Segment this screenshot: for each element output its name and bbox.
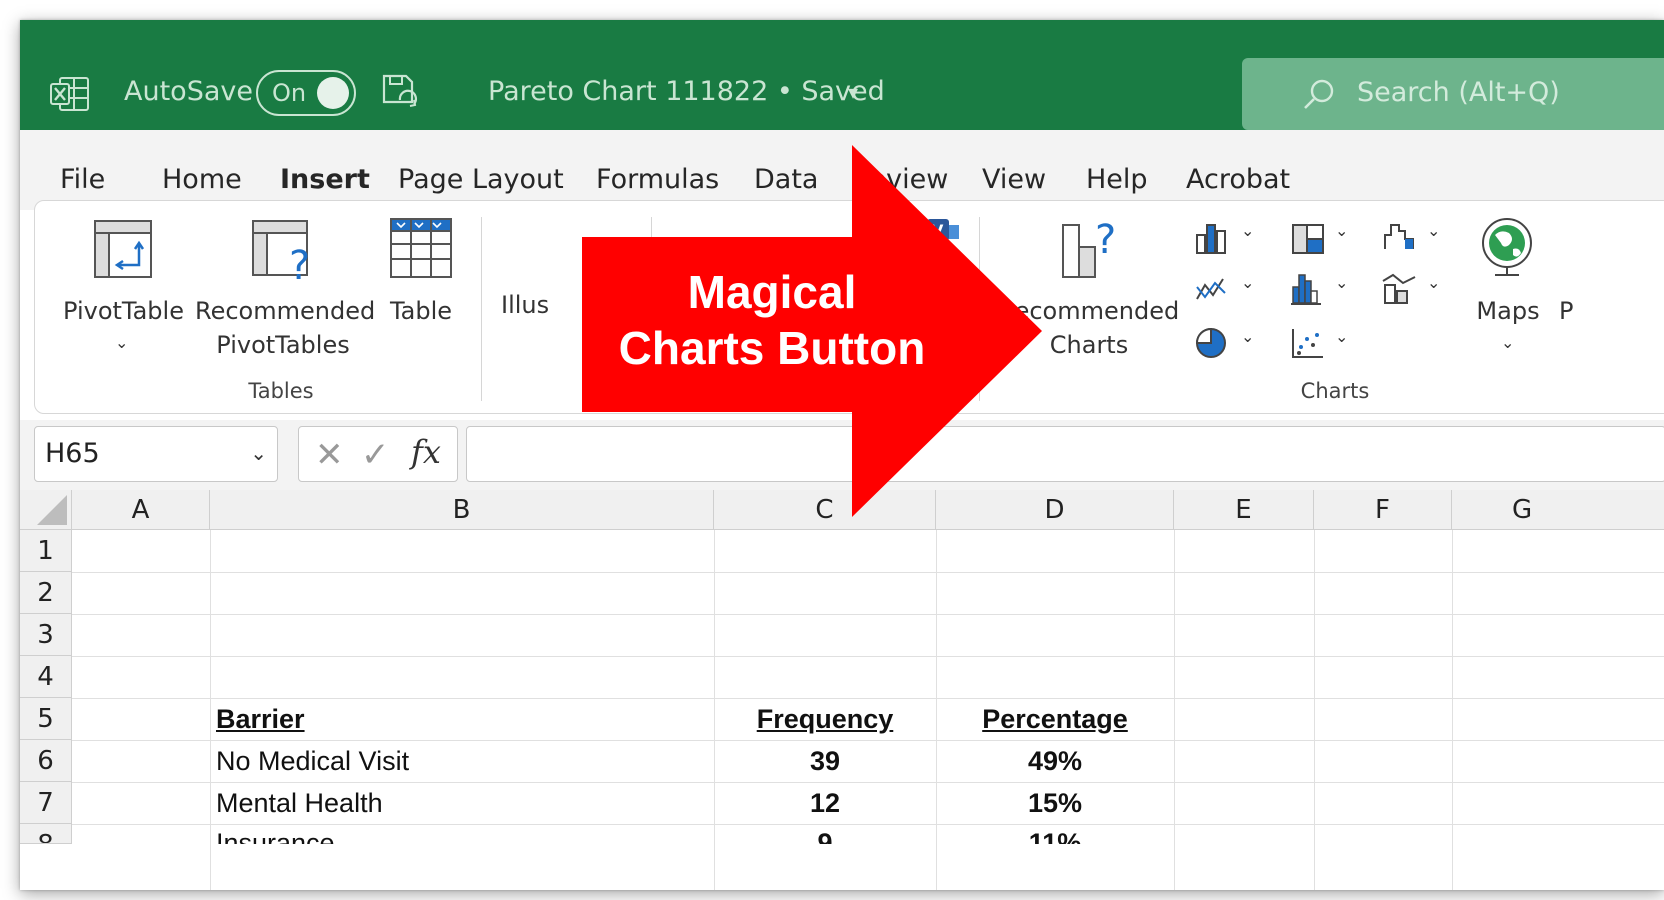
svg-text:?: ?: [289, 243, 310, 287]
column-header-a[interactable]: A: [72, 490, 210, 530]
tab-file[interactable]: File: [60, 164, 105, 195]
tables-group-label: Tables: [248, 379, 314, 403]
ribbon-separator: [481, 217, 482, 401]
cell-frequency[interactable]: 39: [714, 746, 936, 777]
insert-function-button[interactable]: fx: [411, 433, 441, 471]
autosave-toggle[interactable]: On: [256, 70, 356, 116]
gridline: [72, 782, 1664, 783]
charts-group-label: Charts: [1300, 379, 1370, 403]
column-header-g[interactable]: G: [1452, 490, 1664, 530]
pie-chart-icon[interactable]: [1193, 325, 1233, 361]
callout-line-1: Magical: [687, 266, 857, 318]
row-header-3[interactable]: 3: [20, 614, 72, 656]
recommended-charts-icon: ?: [1062, 217, 1116, 278]
tab-acrobat[interactable]: Acrobat: [1186, 164, 1290, 195]
name-box[interactable]: H65 ⌄: [34, 426, 278, 482]
callout-text: Magical Charts Button: [582, 264, 962, 376]
gridline: [72, 698, 1664, 699]
cell-barrier[interactable]: No Medical Visit: [216, 746, 409, 777]
chevron-down-icon[interactable]: ⌄: [1427, 221, 1440, 240]
formula-buttons: ✕ ✓ fx: [298, 426, 458, 482]
chevron-down-icon[interactable]: ▾: [848, 80, 858, 104]
row-header-5[interactable]: 5: [20, 698, 72, 740]
combo-chart-icon[interactable]: [1381, 271, 1421, 307]
document-title[interactable]: Pareto Chart 111822 • Saved: [488, 76, 885, 107]
chevron-down-icon[interactable]: ⌄: [1427, 273, 1440, 292]
spreadsheet-grid: A B C D E F G 1 2 3 4 5 6 7 8 Barrier Fr…: [20, 490, 1664, 890]
cell-frequency[interactable]: 9: [714, 828, 936, 844]
svg-text:?: ?: [1095, 217, 1116, 263]
line-chart-icon[interactable]: [1193, 273, 1233, 309]
toggle-knob: [317, 77, 349, 109]
cell-barrier[interactable]: Insurance: [216, 828, 335, 844]
name-box-value: H65: [45, 438, 100, 469]
chevron-down-icon[interactable]: ⌄: [1241, 221, 1254, 240]
cell-frequency[interactable]: 12: [714, 788, 936, 819]
title-bar: AutoSave On Pareto Chart 111822 • Saved …: [20, 20, 1664, 130]
chevron-down-icon[interactable]: ⌄: [1241, 273, 1254, 292]
header-barrier[interactable]: Barrier: [216, 704, 305, 735]
toggle-state-label: On: [272, 79, 307, 107]
waterfall-chart-icon[interactable]: [1381, 219, 1421, 255]
hierarchy-chart-icon[interactable]: [1289, 221, 1329, 257]
gridline: [72, 614, 1664, 615]
chevron-down-icon[interactable]: ⌄: [1335, 273, 1348, 292]
recommended-pivottables-label-1: Recommended: [195, 297, 376, 325]
row-header-8[interactable]: 8: [20, 824, 72, 844]
search-box[interactable]: Search (Alt+Q): [1242, 58, 1664, 130]
tab-page-layout[interactable]: Page Layout: [398, 164, 564, 195]
row-8-clip: Insurance 9 11%: [72, 824, 1664, 844]
table-icon: [390, 218, 452, 278]
cell-barrier[interactable]: Mental Health: [216, 788, 383, 819]
cut-off-label[interactable]: P: [1559, 297, 1573, 325]
tab-insert[interactable]: Insert: [280, 164, 370, 195]
excel-logo-icon[interactable]: [50, 76, 90, 112]
cell-percentage[interactable]: 11%: [936, 828, 1174, 844]
excel-window: AutoSave On Pareto Chart 111822 • Saved …: [20, 20, 1664, 890]
gridline: [72, 656, 1664, 657]
gridline: [72, 740, 1664, 741]
autosave-label: AutoSave: [124, 76, 253, 107]
select-all-button[interactable]: [20, 490, 72, 530]
row-header-2[interactable]: 2: [20, 572, 72, 614]
header-percentage[interactable]: Percentage: [936, 704, 1174, 735]
cancel-icon[interactable]: ✕: [315, 435, 344, 475]
pivottable-icon: [94, 220, 152, 278]
illustrations-label[interactable]: Illus: [501, 291, 549, 319]
check-icon[interactable]: ✓: [361, 435, 390, 475]
column-header-e[interactable]: E: [1174, 490, 1314, 530]
search-placeholder: Search (Alt+Q): [1357, 77, 1560, 108]
table-label: Table: [389, 297, 453, 325]
chevron-down-icon[interactable]: ⌄: [250, 441, 267, 465]
chevron-down-icon[interactable]: ⌄: [1501, 333, 1514, 352]
tab-help[interactable]: Help: [1086, 164, 1148, 195]
column-chart-icon[interactable]: [1193, 221, 1233, 257]
search-icon: [1304, 79, 1334, 109]
row-header-7[interactable]: 7: [20, 782, 72, 824]
scatter-chart-icon[interactable]: [1289, 325, 1329, 361]
row-header-4[interactable]: 4: [20, 656, 72, 698]
row-header-1[interactable]: 1: [20, 530, 72, 572]
row-header-6[interactable]: 6: [20, 740, 72, 782]
recommended-pivottables-label-2: PivotTables: [216, 331, 350, 359]
chevron-down-icon[interactable]: ⌄: [1335, 327, 1348, 346]
gridline: [72, 572, 1664, 573]
pivottable-label: PivotTable: [63, 297, 184, 325]
globe-icon: [1482, 218, 1532, 276]
header-frequency[interactable]: Frequency: [714, 704, 936, 735]
statistic-chart-icon[interactable]: [1289, 271, 1329, 307]
chevron-down-icon[interactable]: ⌄: [115, 333, 128, 352]
cell-percentage[interactable]: 15%: [936, 788, 1174, 819]
column-header-f[interactable]: F: [1314, 490, 1452, 530]
chevron-down-icon[interactable]: ⌄: [1241, 327, 1254, 346]
chevron-down-icon[interactable]: ⌄: [1335, 221, 1348, 240]
maps-label: Maps: [1476, 297, 1540, 325]
cell-percentage[interactable]: 49%: [936, 746, 1174, 777]
callout-line-2: Charts Button: [618, 322, 926, 374]
tab-home[interactable]: Home: [162, 164, 242, 195]
recommended-pivottables-icon: ?: [252, 220, 310, 287]
save-icon[interactable]: [380, 72, 418, 112]
